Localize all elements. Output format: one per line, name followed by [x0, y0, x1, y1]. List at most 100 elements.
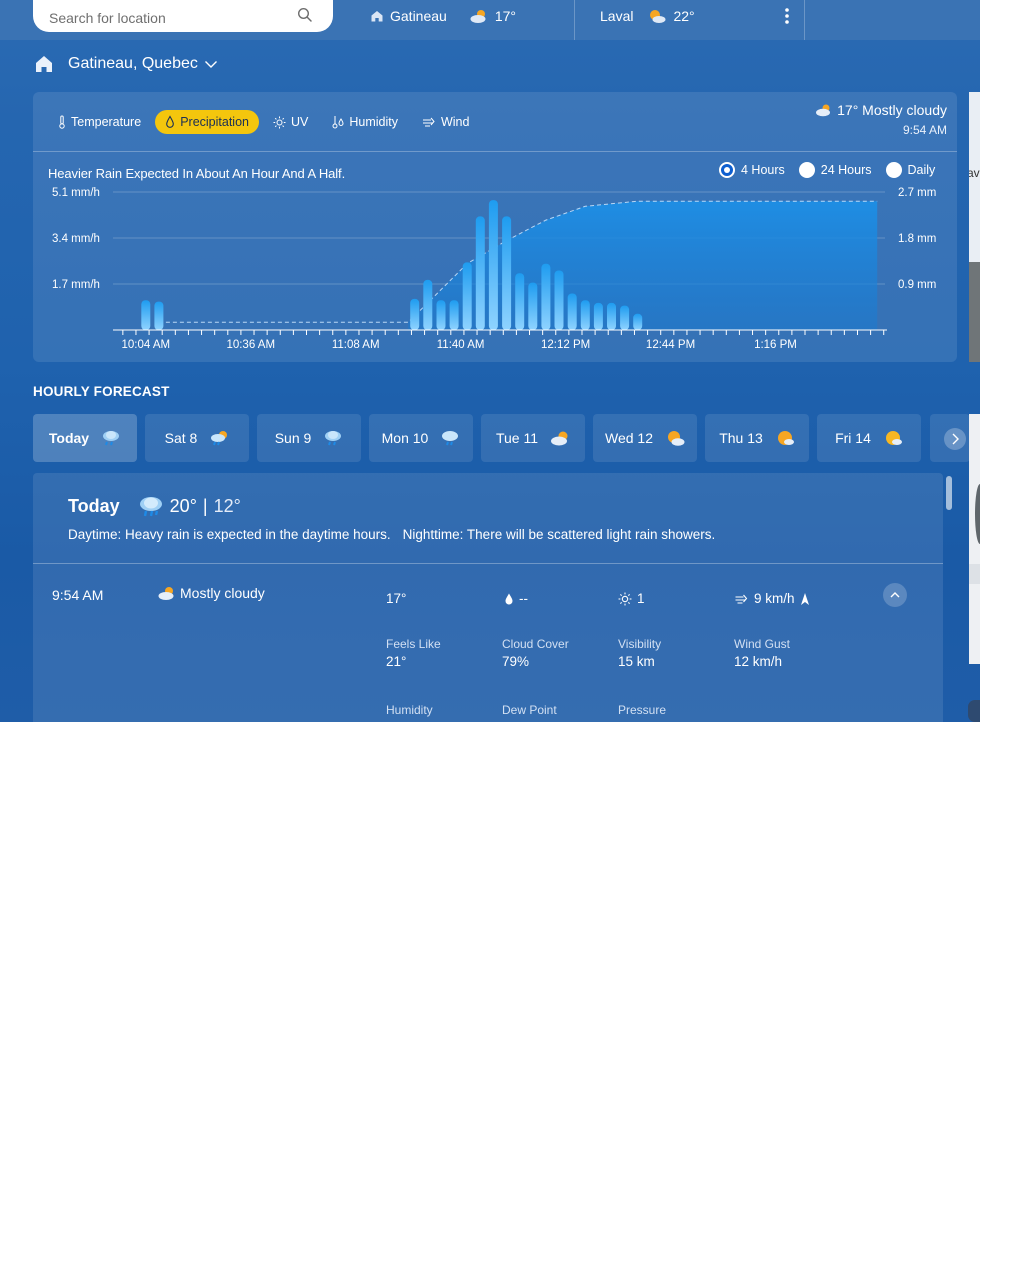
home-icon	[36, 56, 52, 72]
day-wed-12[interactable]: Wed 12	[593, 414, 697, 462]
x-axis-tick-label: 12:44 PM	[646, 339, 695, 351]
day-label: Today	[48, 430, 90, 446]
hour-uv-value: 1	[637, 591, 645, 606]
more-options-icon[interactable]	[779, 6, 795, 26]
metric-label: Dew Point	[502, 703, 557, 717]
heavy-rain-icon	[325, 431, 342, 446]
hour-temp: 17°	[386, 591, 406, 606]
home-icon	[371, 11, 383, 22]
precipitation-chart[interactable]: 5.1 mm/h 2.7 mm 3.4 mm/h 1.8 mm 1.7 mm/h 0.9 …	[33, 92, 957, 362]
precip-bar	[567, 293, 577, 330]
day-label: Sun 9	[274, 430, 312, 446]
hour-time: 9:54 AM	[52, 587, 104, 603]
precip-bar	[554, 270, 564, 330]
day-sat-8[interactable]: Sat 8	[145, 414, 249, 462]
saved-location-name: Gatineau	[390, 8, 447, 24]
day-summary-text: Daytime: Heavy rain is expected in the d…	[68, 527, 715, 542]
precip-bar	[488, 200, 498, 330]
nighttime-summary: Nighttime: There will be scattered light…	[402, 527, 716, 542]
location-name: Gatineau, Quebec	[68, 55, 198, 72]
scroll-right-button[interactable]	[944, 428, 966, 450]
radar-map-preview[interactable]: av	[969, 92, 980, 362]
location-header[interactable]: Gatineau, Quebec	[34, 52, 218, 76]
wind-icon	[735, 594, 748, 604]
floating-button[interactable]	[968, 700, 980, 722]
day-mon-10[interactable]: Mon 10	[369, 414, 473, 462]
x-axis-tick-label: 11:40 AM	[437, 339, 485, 351]
saved-location-gatineau[interactable]: Gatineau 17°	[370, 0, 516, 32]
summary-separator: |	[202, 495, 208, 516]
next-days-button[interactable]	[930, 414, 970, 462]
day-thu-13[interactable]: Thu 13	[705, 414, 809, 462]
map-preview[interactable]	[969, 414, 980, 664]
precip-bar	[515, 273, 525, 330]
map-tile	[969, 262, 980, 362]
x-axis-tick-label: 1:16 PM	[754, 339, 797, 351]
precip-bar	[449, 300, 459, 330]
y-axis-left-tick-label: 1.7 mm/h	[52, 279, 100, 291]
day-tue-11[interactable]: Tue 11	[481, 414, 585, 462]
precip-bar	[633, 313, 643, 330]
y-axis-right-tick-label: 2.7 mm	[898, 187, 936, 199]
mostly-sunny-icon	[777, 431, 794, 445]
metric-value: 21°	[386, 654, 407, 669]
saved-location-temp: 22°	[673, 8, 695, 24]
x-axis-tick-label: 10:04 AM	[121, 339, 170, 351]
rain-cloud-icon	[442, 431, 459, 446]
summary-high-temp: 20°	[169, 495, 197, 516]
chevron-up-icon	[890, 592, 900, 598]
rain-sun-icon	[211, 431, 228, 446]
hour-wind-value: 9 km/h	[754, 591, 795, 606]
weather-app: Gatineau 17° Laval 22° Gatineau, Quebec	[0, 0, 980, 722]
partly-sunny-icon	[668, 431, 685, 446]
scrollbar[interactable]	[946, 476, 952, 510]
mostly-sunny-icon	[885, 431, 902, 445]
x-axis-tick-label: 11:08 AM	[332, 339, 380, 351]
y-axis-right-tick-label: 1.8 mm	[898, 233, 936, 245]
saved-location-laval[interactable]: Laval 22°	[600, 0, 695, 32]
precip-bar	[423, 279, 433, 330]
sun-icon	[618, 592, 632, 605]
heavy-rain-icon	[103, 431, 120, 446]
hourly-forecast-title: HOURLY FORECAST	[33, 384, 170, 399]
map-shape	[975, 484, 980, 544]
precip-bar	[620, 305, 630, 330]
metric-value: 12 km/h	[734, 654, 783, 669]
day-summary-header: Today 20° | 12°	[68, 495, 241, 517]
heavy-rain-icon	[139, 497, 162, 517]
metric-label: Visibility	[618, 637, 662, 651]
day-label: Fri 14	[835, 430, 871, 446]
saved-location-name: Laval	[600, 8, 634, 24]
x-axis-tick-label: 10:36 AM	[226, 339, 275, 351]
metric-label: Feels Like	[386, 637, 441, 651]
precip-bar	[410, 298, 420, 330]
precip-bar	[475, 216, 485, 330]
daytime-summary: Daytime: Heavy rain is expected in the d…	[68, 527, 391, 542]
precip-bar	[607, 302, 616, 330]
hour-condition-text: Mostly cloudy	[180, 585, 265, 601]
metric-value: 15 km	[618, 654, 655, 669]
precip-bar	[462, 262, 472, 330]
precip-bar	[580, 300, 590, 330]
y-axis-left-tick-label: 5.1 mm/h	[52, 187, 100, 199]
day-today[interactable]: Today	[33, 414, 137, 462]
day-sun-9[interactable]: Sun 9	[257, 414, 361, 462]
collapse-button[interactable]	[883, 583, 907, 607]
y-axis-right-tick-label: 0.9 mm	[898, 279, 936, 291]
droplet-icon	[505, 593, 513, 604]
day-label: Tue 11	[495, 430, 539, 446]
search-icon[interactable]	[297, 7, 313, 23]
day-fri-14[interactable]: Fri 14	[817, 414, 921, 462]
search-box[interactable]	[33, 0, 333, 32]
chevron-down-icon[interactable]	[204, 59, 218, 69]
mostly-cloudy-icon	[158, 587, 174, 600]
day-label: Wed 12	[605, 430, 653, 446]
search-input[interactable]	[47, 6, 291, 30]
divider	[574, 0, 575, 40]
hour-wind: 9 km/h	[734, 591, 815, 606]
chevron-right-icon	[952, 433, 959, 445]
metric-value: 79%	[502, 654, 530, 669]
precip-bar	[593, 302, 603, 330]
precip-bar	[141, 300, 151, 330]
y-axis-left-tick-label: 3.4 mm/h	[52, 233, 100, 245]
